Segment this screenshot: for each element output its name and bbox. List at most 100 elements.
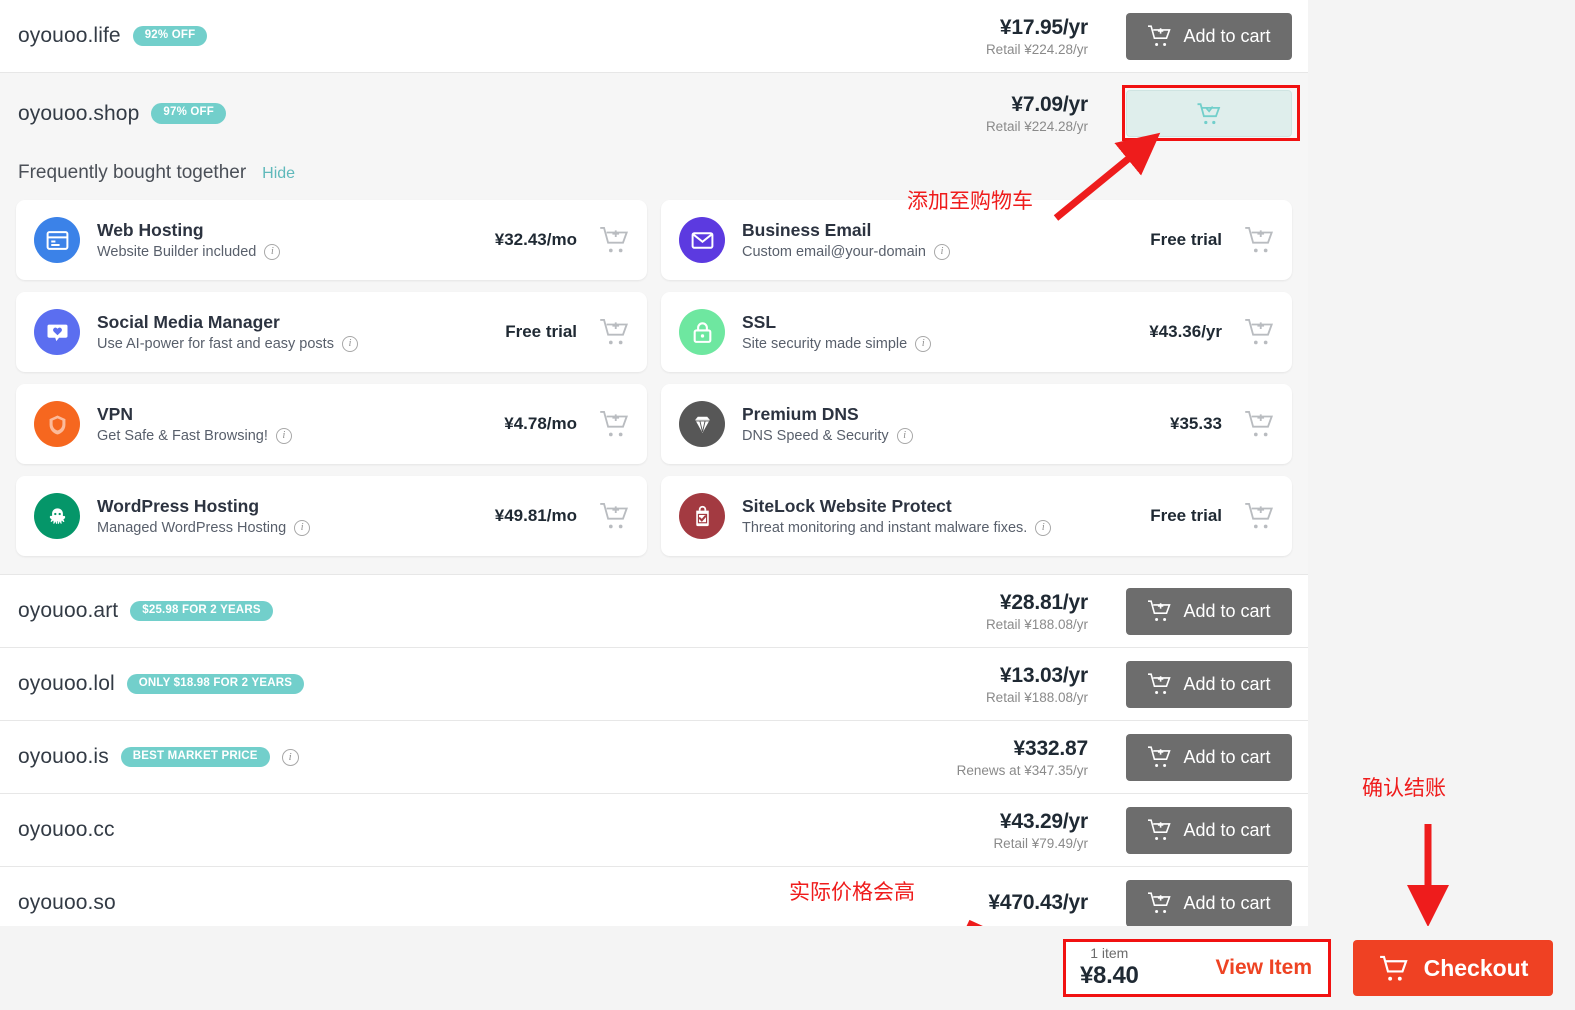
domain-name: oyouoo.is	[18, 745, 109, 769]
cart-plus-icon[interactable]	[1244, 409, 1276, 439]
price-block: ¥28.81/yr Retail ¥188.08/yr	[986, 591, 1088, 632]
addon-desc: Threat monitoring and instant malware fi…	[742, 520, 1051, 536]
addon-name: Business Email	[742, 220, 950, 241]
octopus-glyph	[45, 504, 70, 529]
cart-plus-icon[interactable]	[599, 409, 631, 439]
addon-card[interactable]: Premium DNS DNS Speed & Securityi ¥35.33	[661, 384, 1292, 464]
addon-card[interactable]: WordPress Hosting Managed WordPress Host…	[16, 476, 647, 556]
info-icon[interactable]: i	[276, 428, 292, 444]
browser-window-icon	[34, 217, 80, 263]
add-to-cart-button[interactable]: Add to cart	[1126, 734, 1292, 781]
add-to-cart-button[interactable]: Add to cart	[1126, 13, 1292, 60]
page-root: oyouoo.life 92% OFF ¥17.95/yr Retail ¥22…	[0, 0, 1575, 1010]
addon-card[interactable]: Web Hosting Website Builder includedi ¥3…	[16, 200, 647, 280]
vpn-shield-icon	[34, 401, 80, 447]
cart-plus-icon[interactable]	[599, 501, 631, 531]
fbt-hide-link[interactable]: Hide	[262, 165, 295, 183]
price-current: ¥17.95/yr	[986, 16, 1088, 40]
domain-row[interactable]: oyouoo.lol ONLY $18.98 FOR 2 YEARS ¥13.0…	[0, 648, 1308, 721]
padlock-icon	[679, 309, 725, 355]
diamond-glyph	[690, 412, 715, 437]
add-to-cart-label: Add to cart	[1183, 674, 1270, 695]
domain-name: oyouoo.life	[18, 24, 121, 48]
addon-desc: Custom email@your-domaini	[742, 244, 950, 260]
fbt-header: Frequently bought together Hide	[16, 154, 1292, 200]
domain-name: oyouoo.so	[18, 891, 116, 915]
price-block: ¥332.87 Renews at ¥347.35/yr	[957, 737, 1088, 778]
cart-summary[interactable]: 1 item ¥8.40 View Item	[1063, 939, 1331, 997]
cart-plus-icon[interactable]	[1244, 225, 1276, 255]
info-icon[interactable]: i	[282, 749, 299, 766]
price-block: ¥470.43/yr	[988, 891, 1088, 915]
addon-text: SSL Site security made simplei	[742, 312, 931, 352]
annotation-actual-price-higher: 实际价格会高	[789, 876, 915, 906]
cart-item-count: 1 item	[1090, 946, 1128, 961]
addon-name: Premium DNS	[742, 404, 913, 425]
addon-card[interactable]: VPN Get Safe & Fast Browsing!i ¥4.78/mo	[16, 384, 647, 464]
domain-row-selected[interactable]: oyouoo.shop 97% OFF ¥7.09/yr Retail ¥224…	[0, 73, 1308, 154]
price-block: ¥13.03/yr Retail ¥188.08/yr	[986, 664, 1088, 705]
cart-check-icon	[1196, 102, 1222, 126]
addon-price: Free trial	[1150, 230, 1244, 250]
info-icon[interactable]: i	[915, 336, 931, 352]
cart-plus-icon	[1147, 24, 1173, 48]
bottom-action-bar: 1 item ¥8.40 View Item Checkout	[0, 926, 1575, 1010]
cart-total-block: 1 item ¥8.40	[1080, 946, 1139, 989]
diamond-icon	[679, 401, 725, 447]
add-to-cart-button[interactable]: Add to cart	[1126, 807, 1292, 854]
add-to-cart-label: Add to cart	[1183, 893, 1270, 914]
arrow-to-checkout-button	[1395, 818, 1465, 928]
price-current: ¥13.03/yr	[986, 664, 1088, 688]
cart-plus-icon[interactable]	[1244, 317, 1276, 347]
cart-plus-icon[interactable]	[599, 317, 631, 347]
domain-row[interactable]: oyouoo.cc ¥43.29/yr Retail ¥79.49/yr Add…	[0, 794, 1308, 867]
addon-price: ¥49.81/mo	[495, 506, 599, 526]
price-retail: Retail ¥188.08/yr	[986, 617, 1088, 632]
domain-row[interactable]: oyouoo.art $25.98 FOR 2 YEARS ¥28.81/yr …	[0, 575, 1308, 648]
info-icon[interactable]: i	[897, 428, 913, 444]
add-to-cart-button[interactable]: Add to cart	[1126, 588, 1292, 635]
addon-card[interactable]: SSL Site security made simplei ¥43.36/yr	[661, 292, 1292, 372]
addon-price: Free trial	[1150, 506, 1244, 526]
info-icon[interactable]: i	[264, 244, 280, 260]
view-item-link[interactable]: View Item	[1216, 956, 1313, 980]
addon-price: ¥35.33	[1170, 414, 1244, 434]
domain-row[interactable]: oyouoo.is BEST MARKET PRICE i ¥332.87 Re…	[0, 721, 1308, 794]
heart-chat-icon	[34, 309, 80, 355]
addon-price: ¥32.43/mo	[495, 230, 599, 250]
price-current: ¥332.87	[957, 737, 1088, 761]
addon-desc: Managed WordPress Hostingi	[97, 520, 310, 536]
price-retail: Retail ¥188.08/yr	[986, 690, 1088, 705]
addon-text: WordPress Hosting Managed WordPress Host…	[97, 496, 310, 536]
cart-icon	[1378, 954, 1410, 983]
addon-card[interactable]: Social Media Manager Use AI-power for fa…	[16, 292, 647, 372]
add-to-cart-button[interactable]: Add to cart	[1126, 661, 1292, 708]
add-to-cart-label: Add to cart	[1183, 747, 1270, 768]
shield-check-glyph	[690, 504, 715, 529]
info-icon[interactable]: i	[1035, 520, 1051, 536]
cart-plus-icon	[1147, 891, 1173, 915]
info-icon[interactable]: i	[342, 336, 358, 352]
domain-row[interactable]: oyouoo.life 92% OFF ¥17.95/yr Retail ¥22…	[0, 0, 1308, 73]
checkout-button[interactable]: Checkout	[1353, 940, 1553, 996]
cart-plus-icon[interactable]	[1244, 501, 1276, 531]
add-to-cart-label: Add to cart	[1183, 820, 1270, 841]
price-block: ¥7.09/yr Retail ¥224.28/yr	[986, 93, 1088, 134]
added-to-cart-button[interactable]	[1126, 90, 1292, 137]
cart-plus-icon[interactable]	[599, 225, 631, 255]
addon-card[interactable]: SiteLock Website Protect Threat monitori…	[661, 476, 1292, 556]
envelope-icon	[679, 217, 725, 263]
addon-price: Free trial	[505, 322, 599, 342]
price-current: ¥43.29/yr	[993, 810, 1088, 834]
fbt-title: Frequently bought together	[18, 162, 246, 184]
add-to-cart-button[interactable]: Add to cart	[1126, 880, 1292, 927]
addon-desc: Site security made simplei	[742, 336, 931, 352]
addon-desc: Get Safe & Fast Browsing!i	[97, 428, 292, 444]
info-icon[interactable]: i	[294, 520, 310, 536]
cart-plus-icon	[1147, 745, 1173, 769]
price-retail: Retail ¥224.28/yr	[986, 42, 1088, 57]
price-current: ¥470.43/yr	[988, 891, 1088, 915]
price-block: ¥43.29/yr Retail ¥79.49/yr	[993, 810, 1088, 851]
cart-plus-icon	[1147, 818, 1173, 842]
info-icon[interactable]: i	[934, 244, 950, 260]
